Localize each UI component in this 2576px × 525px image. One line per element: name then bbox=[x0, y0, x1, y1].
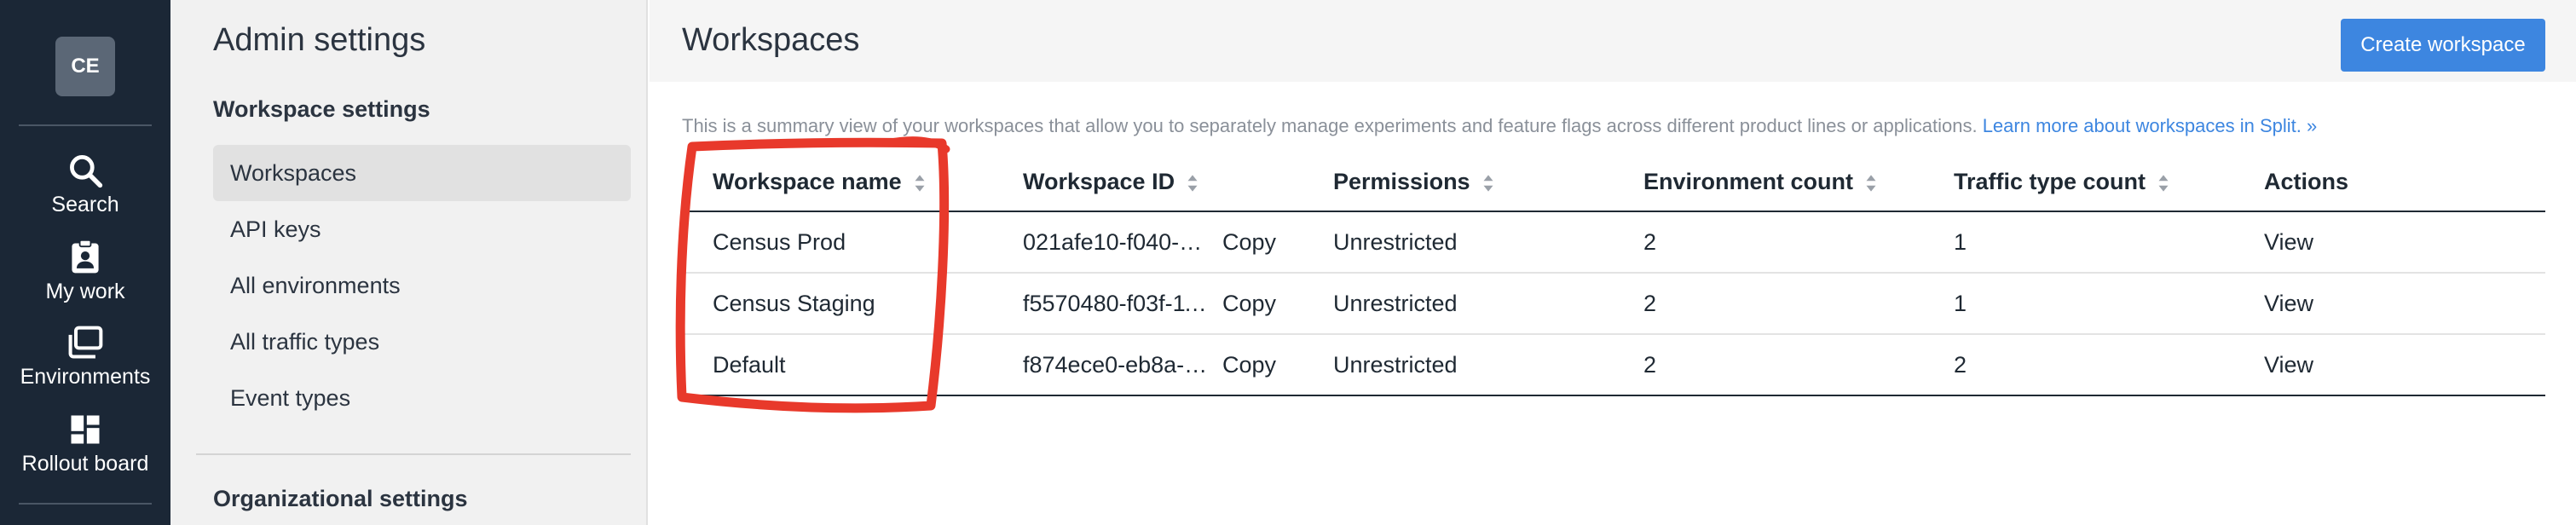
sidebar-item-label: All environments bbox=[230, 272, 401, 298]
rail-item-rollout-board[interactable]: Rollout board bbox=[0, 411, 170, 476]
sidebar-item-all-environments[interactable]: All environments bbox=[213, 257, 631, 314]
sidebar-item-event-types[interactable]: Event types bbox=[213, 370, 631, 426]
permissions-cell: Unrestricted bbox=[1302, 211, 1613, 274]
workspace-name-cell: Default bbox=[682, 334, 992, 396]
sort-icon bbox=[1483, 175, 1493, 192]
table-header-row: Workspace name Workspace ID Permissions … bbox=[682, 153, 2545, 212]
rail-item-label: Search bbox=[51, 193, 119, 216]
column-header-environment-count[interactable]: Environment count bbox=[1613, 153, 1923, 212]
column-header-actions: Actions bbox=[2233, 153, 2545, 212]
rail-item-my-work[interactable]: My work bbox=[0, 239, 170, 304]
sidebar-item-all-traffic-types[interactable]: All traffic types bbox=[213, 314, 631, 370]
workspace-settings-heading: Workspace settings bbox=[213, 96, 430, 122]
workspace-name-cell: Census Prod bbox=[682, 211, 992, 274]
workspace-id-cell: f5570480-f03f-11… Copy bbox=[992, 273, 1302, 335]
sort-icon bbox=[915, 175, 925, 192]
page-title: Workspaces bbox=[682, 22, 860, 58]
summary-text: This is a summary view of your workspace… bbox=[682, 115, 2317, 137]
rail-divider bbox=[19, 503, 152, 505]
sidebar-item-label: Event types bbox=[230, 384, 351, 411]
clipboard-user-icon bbox=[72, 239, 99, 274]
sidebar-item-label: Workspaces bbox=[230, 159, 357, 186]
organizational-settings-heading: Organizational settings bbox=[213, 486, 468, 511]
workspace-id-cell: f874ece0-eb8a-1… Copy bbox=[992, 334, 1302, 396]
column-header-label: Workspace name bbox=[713, 169, 902, 194]
copy-id-button[interactable]: Copy bbox=[1222, 291, 1276, 316]
rail-item-label: Environments bbox=[20, 365, 151, 389]
column-header-label: Environment count bbox=[1643, 169, 1854, 194]
search-icon bbox=[70, 155, 103, 188]
nav-rail: CE Search My work Environments Rollout b… bbox=[0, 0, 170, 525]
traffic-type-count-cell: 1 bbox=[1923, 211, 2233, 274]
column-header-traffic-type-count[interactable]: Traffic type count bbox=[1923, 153, 2233, 212]
sidebar-title: Admin settings bbox=[213, 22, 426, 58]
workspace-id-value: 021afe10-f040-1… bbox=[1023, 228, 1210, 255]
sort-icon bbox=[1866, 175, 1876, 192]
sort-icon bbox=[2158, 175, 2169, 192]
sort-icon bbox=[1187, 175, 1198, 192]
view-link[interactable]: View bbox=[2233, 211, 2545, 274]
workspace-name-cell: Census Staging bbox=[682, 273, 992, 335]
settings-sidebar: Admin settings Workspace settings Worksp… bbox=[170, 0, 648, 525]
page-header: Workspaces Create workspace bbox=[650, 0, 2576, 82]
column-header-workspace-name[interactable]: Workspace name bbox=[682, 153, 992, 212]
table-row: Census Prod 021afe10-f040-1… Copy Unrestr… bbox=[682, 211, 2545, 274]
column-header-workspace-id[interactable]: Workspace ID bbox=[992, 153, 1302, 212]
rail-item-search[interactable]: Search bbox=[0, 152, 170, 217]
learn-more-link[interactable]: Learn more about workspaces in Split. » bbox=[1983, 115, 2318, 136]
sidebar-item-label: All traffic types bbox=[230, 328, 380, 355]
rail-item-environments[interactable]: Environments bbox=[0, 324, 170, 389]
rail-item-label: Rollout board bbox=[21, 452, 149, 476]
traffic-type-count-cell: 2 bbox=[1923, 334, 2233, 396]
permissions-cell: Unrestricted bbox=[1302, 273, 1613, 335]
environment-count-cell: 2 bbox=[1613, 334, 1923, 396]
rail-divider bbox=[19, 124, 152, 126]
main-content: Workspaces Create workspace This is a su… bbox=[650, 0, 2576, 525]
environment-count-cell: 2 bbox=[1613, 211, 1923, 274]
avatar[interactable]: CE bbox=[55, 37, 115, 96]
view-link[interactable]: View bbox=[2233, 273, 2545, 335]
view-link[interactable]: View bbox=[2233, 334, 2545, 396]
table-row: Default f874ece0-eb8a-1… Copy Unrestricte… bbox=[682, 334, 2545, 396]
traffic-type-count-cell: 1 bbox=[1923, 273, 2233, 335]
dashboard-icon bbox=[71, 415, 100, 444]
sidebar-divider bbox=[196, 453, 631, 455]
table-row: Census Staging f5570480-f03f-11… Copy Unr… bbox=[682, 273, 2545, 335]
environments-icon bbox=[68, 326, 103, 359]
column-header-label: Actions bbox=[2264, 169, 2349, 194]
permissions-cell: Unrestricted bbox=[1302, 334, 1613, 396]
create-workspace-button[interactable]: Create workspace bbox=[2341, 19, 2545, 72]
column-header-permissions[interactable]: Permissions bbox=[1302, 153, 1613, 212]
column-header-label: Workspace ID bbox=[1023, 169, 1175, 194]
rail-item-label: My work bbox=[45, 280, 125, 303]
sidebar-item-workspaces[interactable]: Workspaces bbox=[213, 145, 631, 201]
summary-description: This is a summary view of your workspace… bbox=[682, 115, 1978, 136]
workspace-id-cell: 021afe10-f040-1… Copy bbox=[992, 211, 1302, 274]
column-header-label: Permissions bbox=[1333, 169, 1470, 194]
copy-id-button[interactable]: Copy bbox=[1222, 229, 1276, 255]
workspace-id-value: f5570480-f03f-11… bbox=[1023, 290, 1210, 316]
sidebar-item-label: API keys bbox=[230, 216, 321, 242]
column-header-label: Traffic type count bbox=[1954, 169, 2146, 194]
copy-id-button[interactable]: Copy bbox=[1222, 352, 1276, 378]
sidebar-item-api-keys[interactable]: API keys bbox=[213, 201, 631, 257]
environment-count-cell: 2 bbox=[1613, 273, 1923, 335]
workspaces-table: Workspace name Workspace ID Permissions … bbox=[682, 153, 2545, 396]
workspace-id-value: f874ece0-eb8a-1… bbox=[1023, 351, 1210, 378]
